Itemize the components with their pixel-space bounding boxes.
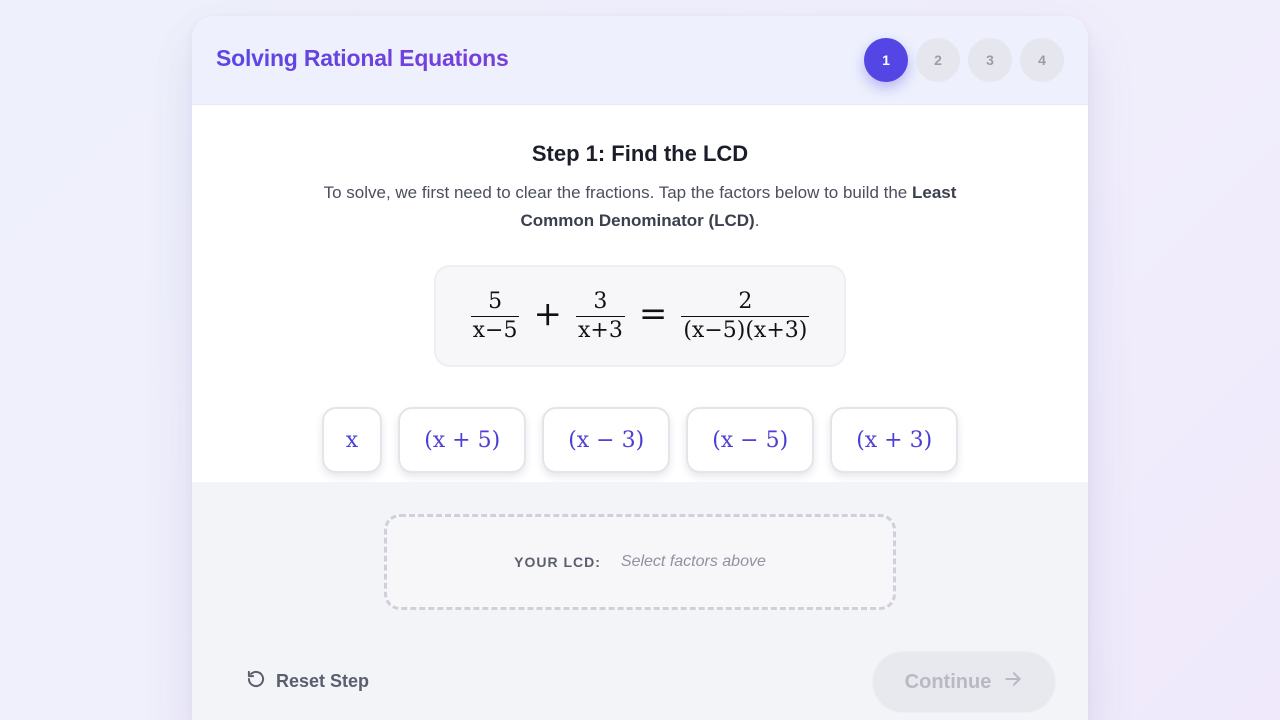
step-indicator: 1 2 3 4	[864, 38, 1064, 82]
fraction-rhs: 2 (x−5)(x+3)	[681, 288, 810, 344]
fraction-term-2: 3 x+3	[575, 288, 625, 344]
plus-sign: +	[533, 294, 562, 334]
factor-chip-x-minus-3[interactable]: (x − 3)	[542, 407, 671, 473]
fraction-numerator: 2	[738, 288, 753, 314]
lesson-header: Solving Rational Equations 1 2 3 4	[192, 16, 1088, 105]
reset-step-button[interactable]: Reset Step	[246, 669, 369, 694]
factor-chip-x-minus-5[interactable]: (x − 5)	[686, 407, 815, 473]
factor-choices: x (x + 5) (x − 3) (x − 5) (x + 3)	[192, 407, 1088, 477]
rotate-ccw-icon	[246, 669, 266, 694]
fraction-numerator: 5	[488, 288, 503, 314]
description-text: To solve, we first need to clear the fra…	[323, 183, 908, 202]
continue-button[interactable]: Continue	[872, 651, 1056, 713]
fraction-denominator: (x−5)(x+3)	[681, 315, 810, 343]
arrow-right-icon	[1003, 669, 1023, 695]
factor-chip-x-plus-3[interactable]: (x + 3)	[830, 407, 959, 473]
lesson-title: Solving Rational Equations	[216, 45, 509, 71]
lcd-placeholder: Select factors above	[620, 553, 766, 570]
fraction-denominator: x−5	[470, 315, 520, 343]
continue-label: Continue	[904, 670, 992, 693]
step-description: To solve, we first need to clear the fra…	[310, 179, 970, 235]
factor-chip-x[interactable]: x	[321, 407, 383, 473]
lcd-dropzone[interactable]: YOUR LCD: Select factors above	[384, 514, 896, 610]
equation-display: 5 x−5 + 3 x+3 = 2 (x−5)(x+3)	[434, 265, 846, 367]
answer-panel: YOUR LCD: Select factors above Reset Ste…	[192, 482, 1088, 720]
fraction-denominator: x+3	[575, 315, 625, 343]
equals-sign: =	[638, 294, 668, 334]
lesson-card: Solving Rational Equations 1 2 3 4 Step …	[192, 16, 1088, 720]
description-end: .	[754, 211, 760, 230]
factor-chip-x-plus-5[interactable]: (x + 5)	[398, 407, 527, 473]
step-title: Step 1: Find the LCD	[531, 141, 749, 166]
fraction-term-1: 5 x−5	[470, 288, 520, 344]
step-2-indicator[interactable]: 2	[916, 38, 960, 82]
step-4-indicator[interactable]: 4	[1020, 38, 1064, 82]
step-3-indicator[interactable]: 3	[968, 38, 1012, 82]
step-1-indicator[interactable]: 1	[864, 38, 908, 82]
lcd-label: YOUR LCD:	[514, 554, 601, 570]
reset-step-label: Reset Step	[276, 671, 370, 691]
fraction-numerator: 3	[593, 288, 608, 314]
